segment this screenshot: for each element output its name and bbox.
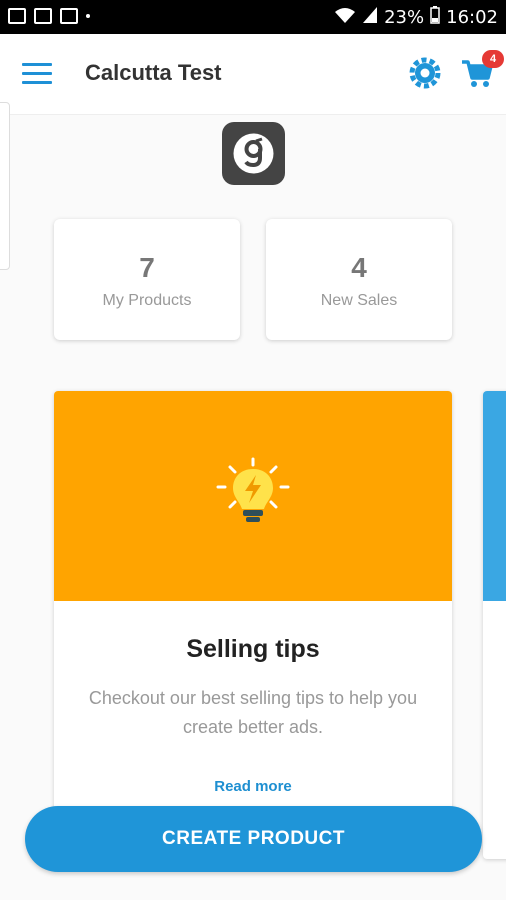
mail-icon: [34, 8, 52, 24]
drawer-handle[interactable]: [0, 102, 10, 270]
page-title: Calcutta Test: [85, 60, 222, 85]
settings-gear-icon[interactable]: [408, 56, 442, 90]
battery-icon: [430, 6, 440, 29]
card-banner: [483, 391, 506, 601]
card-banner: [54, 391, 452, 601]
stat-value: 7: [139, 252, 155, 283]
read-more-link[interactable]: Read more: [54, 778, 452, 795]
status-bar: 23% 16:02: [0, 0, 506, 34]
clock: 16:02: [446, 7, 498, 28]
stat-card-new-sales[interactable]: 4 New Sales: [266, 219, 452, 340]
menu-icon[interactable]: [22, 63, 52, 85]
stat-label: New Sales: [320, 292, 398, 309]
cart-button[interactable]: 4: [460, 50, 504, 90]
lightbulb-icon: [216, 457, 290, 522]
dot-icon: [86, 14, 90, 18]
stat-card-my-products[interactable]: 7 My Products: [54, 219, 240, 340]
card-title: Selling tips: [186, 635, 320, 663]
app-logo: [222, 122, 285, 185]
create-product-button[interactable]: CREATE PRODUCT: [25, 806, 482, 872]
notification-icons: [8, 8, 90, 24]
selling-tips-card[interactable]: Selling tips Checkout our best selling t…: [54, 391, 452, 851]
inbox-icon: [60, 8, 78, 24]
app-bar: Calcutta Test 4: [0, 34, 506, 115]
next-card[interactable]: [483, 391, 506, 859]
wifi-icon: [334, 6, 356, 29]
cart-count-badge: 4: [482, 50, 504, 68]
card-description: Checkout our best selling tips to help y…: [88, 688, 418, 737]
signal-icon: [362, 6, 378, 29]
system-icons: 23% 16:02: [334, 6, 498, 29]
image-icon: [8, 8, 26, 24]
stat-label: My Products: [102, 292, 192, 309]
battery-level: 23%: [384, 7, 425, 28]
stat-value: 4: [351, 252, 367, 283]
